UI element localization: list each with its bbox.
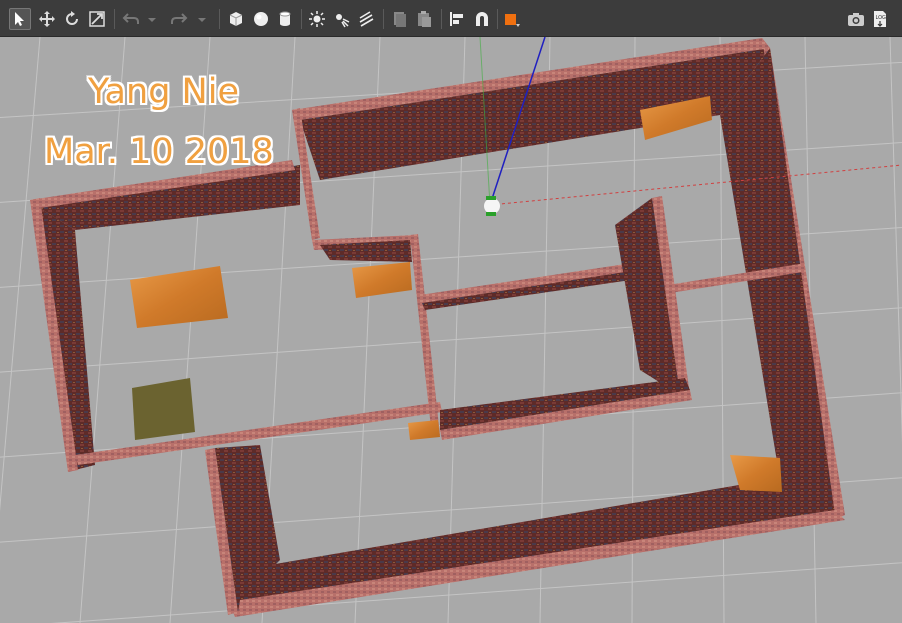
cabinet-small	[408, 420, 440, 440]
rotate-icon[interactable]	[61, 8, 83, 30]
scene-viewport[interactable]: Yang Nie Mar. 10 2018	[0, 37, 902, 623]
sphere-icon[interactable]	[250, 8, 272, 30]
undo-dropdown-icon[interactable]	[146, 8, 158, 30]
wall-south-face	[240, 478, 835, 600]
toolbar-separator	[301, 9, 302, 29]
log-icon[interactable]: LOG	[869, 8, 891, 30]
box-icon[interactable]	[225, 8, 247, 30]
paste-icon[interactable]	[413, 8, 435, 30]
scale-icon[interactable]	[86, 8, 108, 30]
toolbar-separator	[497, 9, 498, 29]
copy-icon[interactable]	[388, 8, 410, 30]
directional-light-icon[interactable]	[355, 8, 377, 30]
toolbar-separator	[114, 9, 115, 29]
building-walls	[30, 38, 845, 617]
toolbar-separator	[219, 9, 220, 29]
overlay-date: Mar. 10 2018	[44, 132, 274, 172]
gazebo-window: LOG Yang Nie Mar. 10 2018	[0, 0, 902, 623]
log-label: LOG	[876, 15, 887, 21]
toolbar-separator	[383, 9, 384, 29]
toolbar: LOG	[0, 0, 902, 37]
cabinet-center	[352, 262, 412, 298]
toolbar-separator	[441, 9, 442, 29]
redo-icon[interactable]	[168, 8, 190, 30]
undo-icon[interactable]	[120, 8, 142, 30]
color-icon[interactable]	[501, 8, 523, 30]
cabinet-west	[130, 266, 228, 328]
spot-light-icon[interactable]	[331, 8, 353, 30]
align-icon[interactable]	[446, 8, 468, 30]
overlay-name: Yang Nie	[88, 72, 239, 112]
point-light-icon[interactable]	[306, 8, 328, 30]
translate-icon[interactable]	[36, 8, 58, 30]
robot-model[interactable]	[484, 196, 500, 216]
magnet-icon[interactable]	[471, 8, 493, 30]
cylinder-icon[interactable]	[274, 8, 296, 30]
table-west	[132, 378, 195, 440]
world-render	[0, 37, 902, 623]
select-arrow-icon[interactable]	[9, 8, 31, 30]
redo-dropdown-icon[interactable]	[196, 8, 208, 30]
x-axis	[489, 164, 902, 206]
screenshot-icon[interactable]	[845, 8, 867, 30]
